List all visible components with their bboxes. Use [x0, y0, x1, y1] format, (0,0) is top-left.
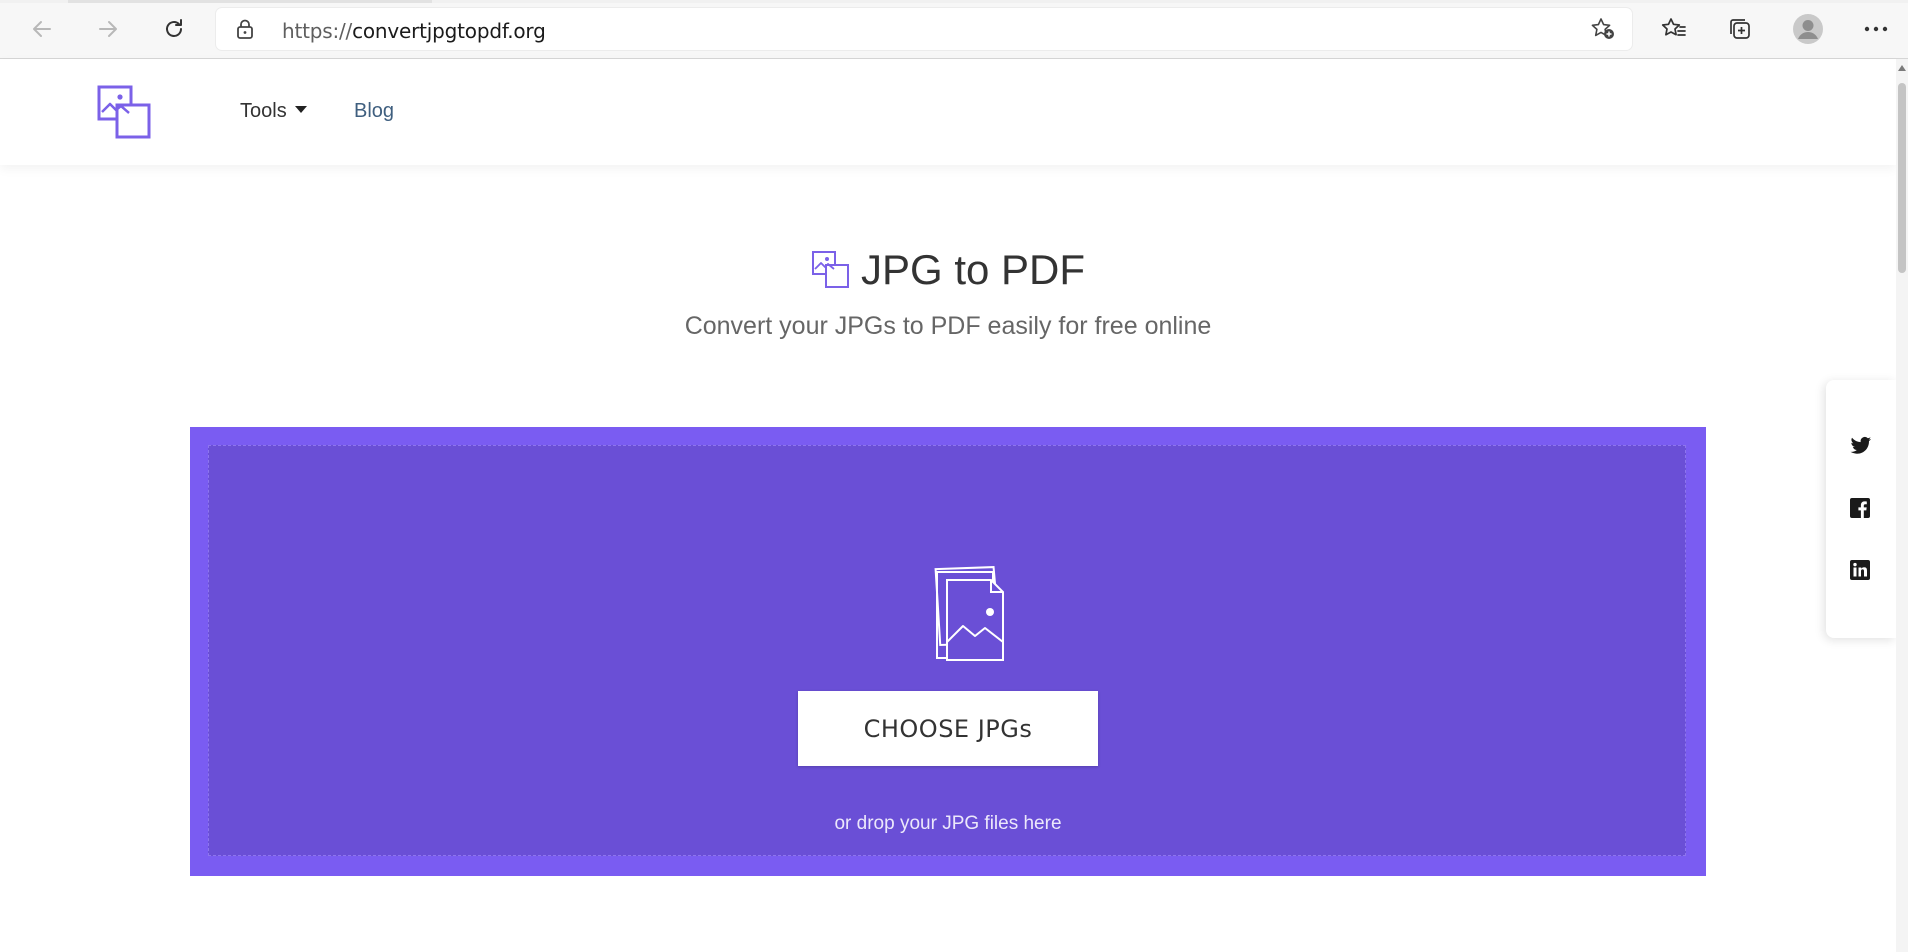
site-logo[interactable]	[96, 84, 152, 145]
hero-heading: JPG to PDF	[0, 246, 1896, 295]
page-subtitle: Convert your JPGs to PDF easily for free…	[684, 312, 1212, 340]
refresh-icon	[166, 19, 182, 37]
collections-icon	[1730, 19, 1750, 39]
lock-icon[interactable]	[236, 19, 254, 44]
forward-arrow-icon	[99, 21, 117, 37]
favorites-button[interactable]	[1654, 10, 1694, 48]
url-scheme: https://	[282, 19, 353, 43]
refresh-button[interactable]	[154, 10, 194, 48]
tools-label: Tools	[240, 100, 287, 122]
active-tab-indicator	[68, 0, 432, 3]
collections-button[interactable]	[1720, 10, 1760, 48]
caret-down-icon	[294, 106, 307, 113]
tools-dropdown[interactable]: Tools	[240, 100, 307, 123]
dropzone-inner[interactable]: CHOOSE JPGs or drop your JPG files here	[208, 445, 1686, 856]
scroll-up-arrow[interactable]	[1898, 65, 1906, 71]
more-menu-button[interactable]	[1856, 10, 1896, 48]
site-header: Tools Blog	[0, 59, 1896, 165]
linkedin-icon[interactable]	[1850, 560, 1872, 582]
profile-button[interactable]	[1788, 10, 1828, 48]
twitter-icon[interactable]	[1850, 436, 1872, 458]
image-files-icon	[934, 566, 1004, 661]
star-plus-icon[interactable]	[1590, 17, 1616, 46]
page-title: JPG to PDF	[860, 246, 1086, 293]
forward-button[interactable]	[88, 10, 128, 48]
tab-strip	[0, 0, 1908, 3]
upload-dropzone[interactable]: CHOOSE JPGs or drop your JPG files here	[190, 427, 1706, 876]
browser-toolbar: https://convertjpgtopdf.org	[0, 0, 1908, 59]
share-panel	[1826, 380, 1896, 638]
favorites-icon	[1661, 18, 1686, 36]
back-arrow-icon	[33, 21, 51, 37]
drop-hint: or drop your JPG files here	[834, 813, 1062, 834]
address-bar[interactable]: https://convertjpgtopdf.org	[216, 8, 1632, 50]
jpg-pdf-icon	[811, 251, 849, 288]
back-button[interactable]	[22, 10, 62, 48]
scrollbar-thumb[interactable]	[1898, 83, 1906, 273]
url-text[interactable]: https://convertjpgtopdf.org	[282, 19, 546, 43]
facebook-icon[interactable]	[1850, 498, 1872, 520]
profile-avatar-icon	[1793, 14, 1823, 44]
blog-link[interactable]: Blog	[354, 100, 394, 123]
more-menu-icon	[1864, 26, 1888, 32]
choose-files-button[interactable]: CHOOSE JPGs	[798, 691, 1098, 766]
page-scrollbar[interactable]	[1896, 59, 1908, 952]
url-host: convertjpgtopdf.org	[352, 19, 546, 43]
logo-icon	[97, 85, 151, 139]
